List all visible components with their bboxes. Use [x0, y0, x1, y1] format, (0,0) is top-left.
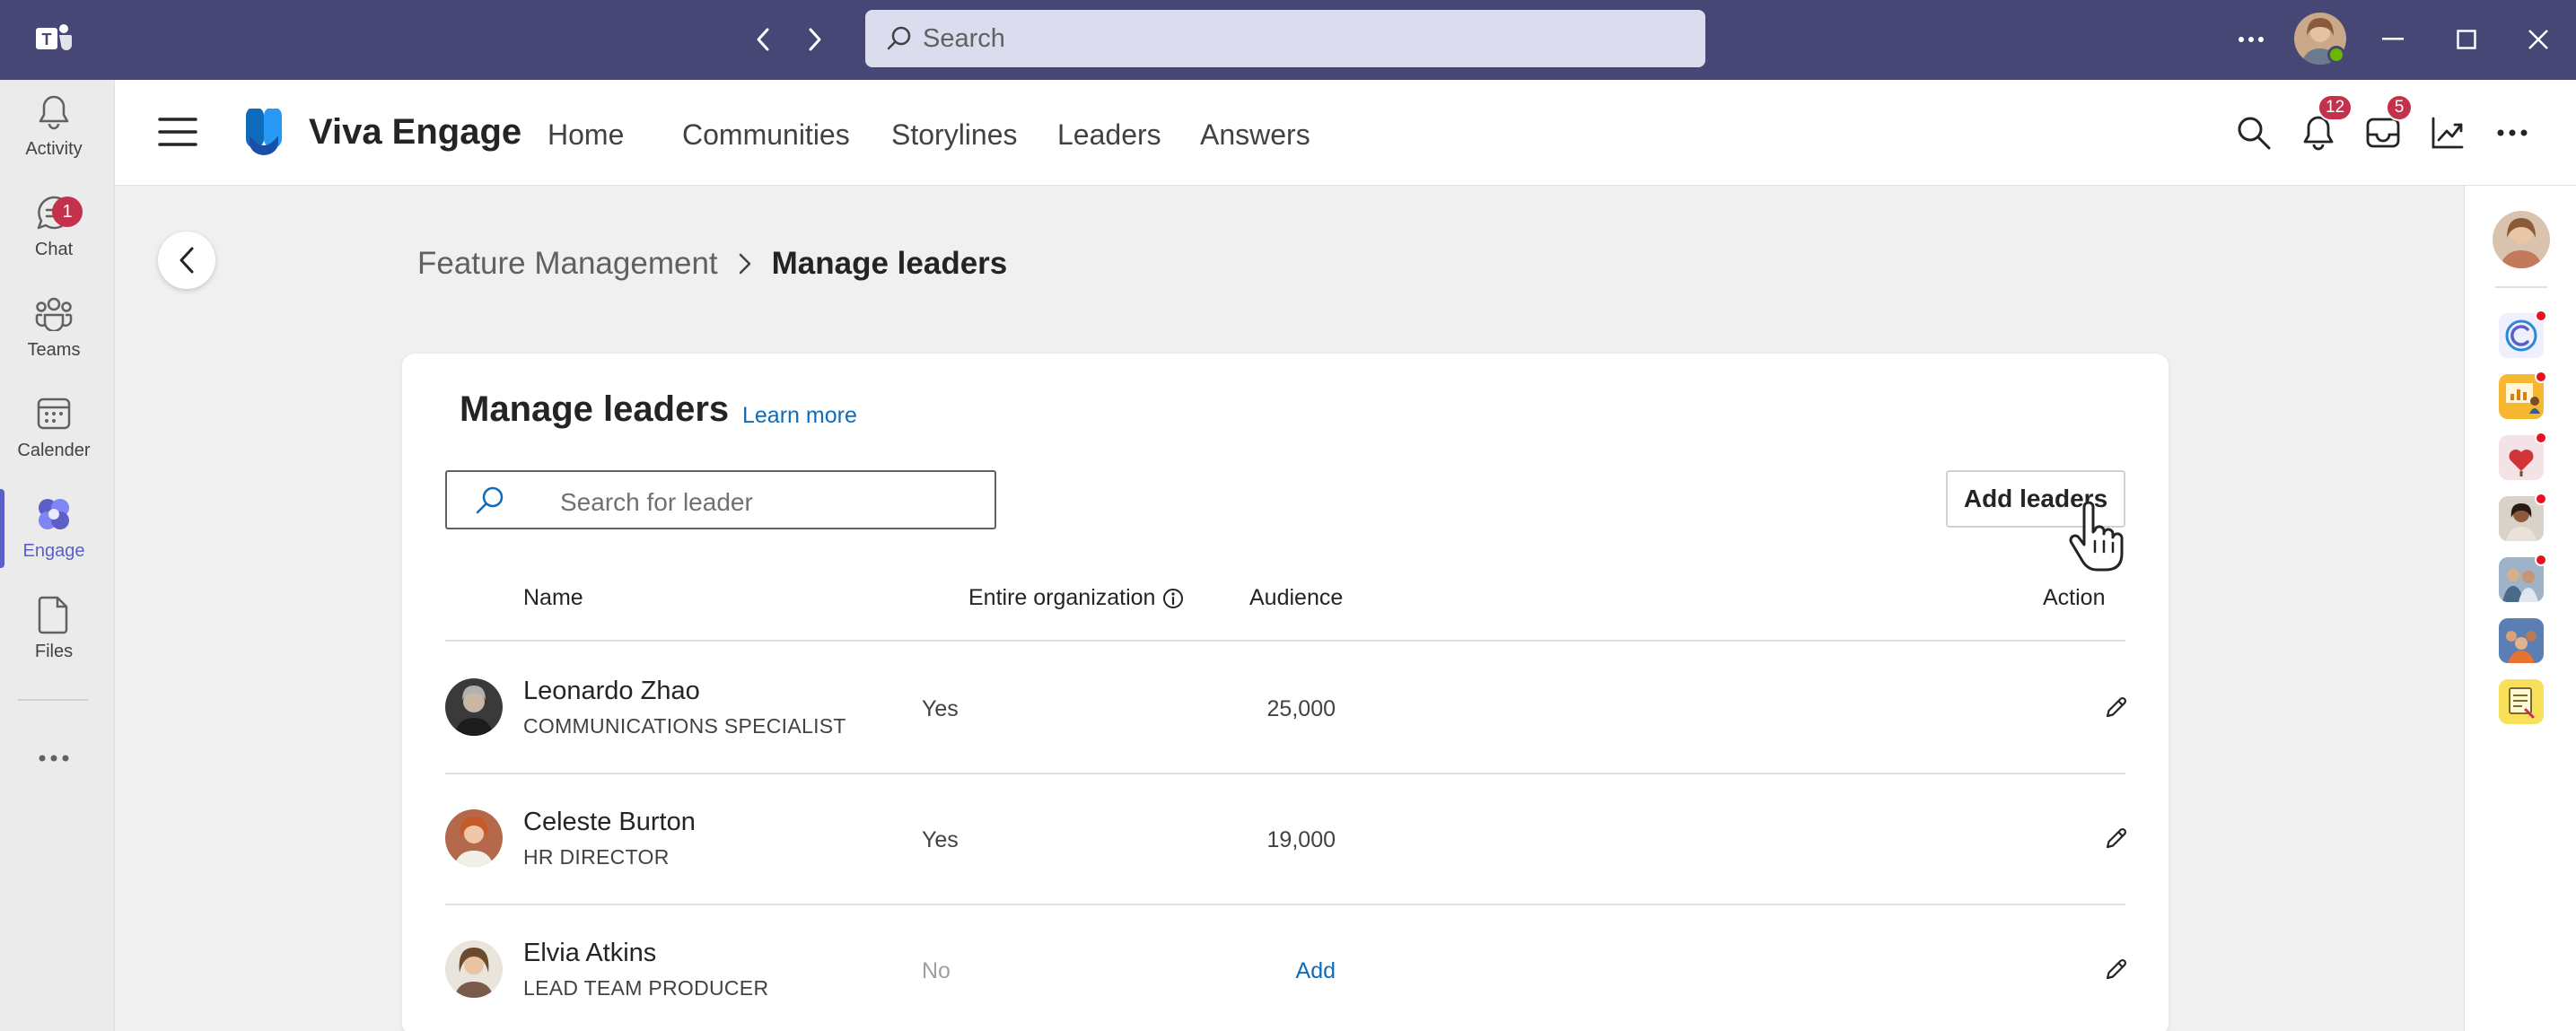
column-header-audience[interactable]: Audience	[1249, 585, 1343, 611]
rail-item-engage[interactable]: Engage	[0, 482, 108, 575]
app-notification-dot	[2535, 493, 2547, 505]
presence-available-icon	[2327, 46, 2345, 64]
column-header-action: Action	[2043, 585, 2106, 610]
rail-label-teams: Teams	[27, 340, 81, 360]
team-photo-app-icon[interactable]	[2499, 618, 2544, 663]
rail-item-chat[interactable]: Chat	[0, 180, 108, 274]
edit-pencil-icon[interactable]	[2100, 824, 2131, 854]
search-icon	[476, 486, 504, 514]
file-icon	[32, 593, 75, 636]
engage-icon	[32, 493, 75, 536]
chevron-right-icon	[738, 252, 752, 275]
audience-value: 19,000	[1266, 827, 1336, 852]
header-more-icon[interactable]	[2492, 112, 2533, 153]
avatar[interactable]	[445, 678, 503, 736]
minimize-icon[interactable]	[2373, 20, 2413, 59]
breadcrumb-parent-link[interactable]: Feature Management	[417, 246, 718, 282]
back-button[interactable]	[158, 232, 215, 289]
leader-name[interactable]: Celeste Burton	[523, 808, 696, 837]
table-row: Leonardo Zhao COMMUNICATIONS SPECIALIST …	[445, 642, 2127, 773]
inbox-badge: 5	[2386, 94, 2413, 121]
entire-organization-value: Yes	[922, 696, 959, 721]
chevron-left-icon	[180, 247, 194, 274]
add-audience-link[interactable]: Add	[1296, 958, 1336, 984]
avatar[interactable]	[445, 809, 503, 867]
rail-more-apps[interactable]	[0, 726, 108, 819]
avatar[interactable]	[445, 940, 503, 998]
analytics-trend-icon[interactable]	[2427, 112, 2468, 153]
rail-label-chat: Chat	[34, 240, 74, 259]
brand-title: Viva Engage	[309, 112, 522, 152]
learn-more-link[interactable]: Learn more	[742, 403, 857, 429]
global-search-input[interactable]: Search	[865, 10, 1705, 67]
entire-organization-value: Yes	[922, 827, 959, 852]
breadcrumb: Feature Management Manage leaders	[417, 246, 1007, 282]
entire-organization-value: No	[922, 958, 951, 983]
right-rail-divider	[2495, 286, 2547, 288]
nav-storylines[interactable]: Storylines	[891, 118, 1018, 152]
back-nav-icon[interactable]	[745, 22, 781, 57]
teams-logo-icon[interactable]: T	[34, 20, 74, 59]
manage-leaders-card: Manage leaders Learn more Search for lea…	[402, 354, 2169, 1031]
nav-home[interactable]: Home	[548, 118, 624, 152]
right-rail-user-avatar[interactable]	[2493, 211, 2550, 268]
app-notification-dot	[2535, 371, 2547, 383]
nav-answers[interactable]: Answers	[1200, 118, 1310, 152]
rail-label-calendar: Calender	[17, 441, 91, 460]
rail-item-files[interactable]: Files	[0, 582, 108, 676]
nav-leaders[interactable]: Leaders	[1057, 118, 1161, 152]
rail-label-engage: Engage	[22, 541, 85, 561]
column-header-entire-organization[interactable]: Entire organization	[968, 585, 1155, 611]
notes-app-icon[interactable]	[2499, 679, 2544, 724]
forward-nav-icon[interactable]	[797, 22, 833, 57]
audience-value: 25,000	[1266, 696, 1336, 721]
rail-label-files: Files	[34, 642, 74, 661]
hamburger-menu-icon[interactable]	[158, 114, 197, 150]
leader-name[interactable]: Elvia Atkins	[523, 939, 656, 968]
info-icon[interactable]	[1161, 587, 1185, 610]
leader-title: COMMUNICATIONS SPECIALIST	[523, 714, 846, 738]
nav-communities[interactable]: Communities	[682, 118, 850, 152]
rail-divider	[18, 699, 88, 701]
notifications-badge: 12	[2318, 94, 2353, 121]
leader-search-placeholder: Search for leader	[560, 488, 753, 516]
chat-unread-badge: 1	[52, 197, 83, 227]
calendar-icon	[32, 392, 75, 435]
close-icon[interactable]	[2519, 20, 2558, 59]
leader-search-input[interactable]: Search for leader	[445, 470, 996, 529]
leader-title: LEAD TEAM PRODUCER	[523, 976, 769, 1000]
right-app-rail	[2464, 186, 2576, 1031]
more-apps-icon	[32, 737, 75, 780]
bell-icon	[32, 91, 75, 134]
app-notification-dot	[2535, 310, 2547, 322]
column-header-name[interactable]: Name	[523, 585, 583, 611]
app-header: Viva Engage Home Communities Storylines …	[115, 80, 2576, 186]
page-title: Manage leaders	[460, 389, 730, 429]
edit-pencil-icon[interactable]	[2100, 693, 2131, 723]
leader-title: HR DIRECTOR	[523, 845, 670, 869]
header-search-icon[interactable]	[2233, 112, 2274, 153]
app-rail: Activity Chat 1 Teams Calender Engage Fi…	[0, 80, 115, 1031]
table-row: Elvia Atkins LEAD TEAM PRODUCER No Add	[445, 904, 2127, 1031]
table-header-divider	[445, 640, 2125, 642]
rail-item-teams[interactable]: Teams	[0, 281, 108, 374]
maximize-icon[interactable]	[2447, 20, 2486, 59]
table-row: Celeste Burton HR DIRECTOR Yes 19,000	[445, 773, 2127, 904]
hand-pointer-cursor-icon	[2069, 502, 2124, 572]
global-search-placeholder: Search	[923, 23, 1005, 53]
teams-icon	[32, 292, 75, 335]
title-bar: T Search	[0, 0, 2576, 80]
search-icon	[887, 26, 911, 50]
breadcrumb-current: Manage leaders	[771, 246, 1008, 281]
rail-label-activity: Activity	[25, 139, 83, 159]
app-notification-dot	[2535, 554, 2547, 566]
svg-text:T: T	[42, 31, 52, 48]
leader-name[interactable]: Leonardo Zhao	[523, 677, 700, 706]
rail-item-activity[interactable]: Activity	[0, 80, 108, 173]
rail-item-calendar[interactable]: Calender	[0, 381, 108, 475]
more-options-icon[interactable]	[2233, 22, 2269, 57]
edit-pencil-icon[interactable]	[2100, 955, 2131, 985]
app-notification-dot	[2535, 432, 2547, 444]
viva-engage-logo-icon	[241, 107, 287, 155]
